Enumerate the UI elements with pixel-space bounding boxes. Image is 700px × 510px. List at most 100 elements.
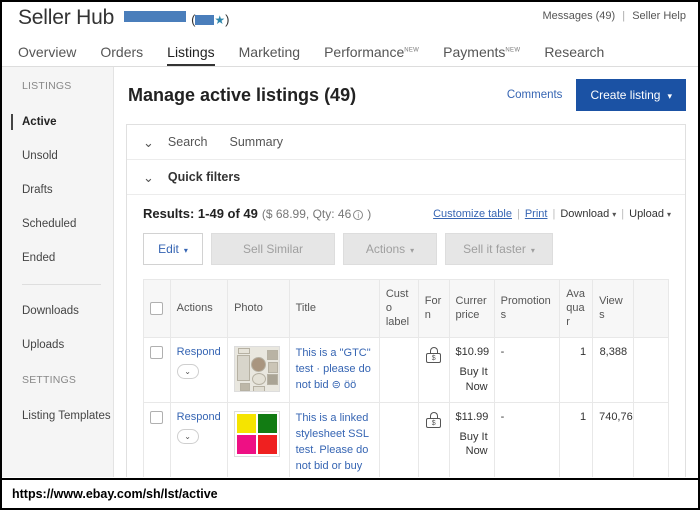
row-spacer-cell [633, 337, 669, 404]
sidebar-item-listing-templates[interactable]: Listing Templates [2, 399, 113, 433]
sidebar-item-uploads-label: Uploads [22, 339, 65, 351]
seller-help-link[interactable]: Seller Help [632, 10, 686, 22]
sidebar-item-scheduled[interactable]: Scheduled [2, 207, 113, 241]
search-summary-row[interactable]: ⌄ Search Summary [127, 125, 685, 160]
row-checkbox[interactable] [150, 346, 164, 360]
sell-similar-button-label: Sell Similar [242, 242, 303, 256]
listing-price: $10.99 [455, 346, 490, 359]
chevron-down-icon: ▾ [183, 246, 188, 255]
row-price-cell: $11.99 Buy It Now [448, 402, 495, 477]
sidebar-item-ended[interactable]: Ended [2, 241, 113, 275]
feedback-score-redaction [195, 14, 215, 25]
collage-part [237, 355, 251, 382]
row-select-cell [143, 337, 171, 404]
sell-it-faster-button[interactable]: Sell it faster ▾ [445, 233, 553, 265]
column-header-title: Title [288, 278, 380, 339]
sidebar-item-active[interactable]: Active [2, 105, 113, 139]
info-icon[interactable]: i [353, 210, 364, 220]
results-value-summary: ($ 68.99, Qty: 46 [261, 207, 352, 221]
nav-tab-marketing[interactable]: Marketing [227, 44, 312, 66]
browser-status-bar: https://www.ebay.com/sh/lst/active [2, 478, 698, 508]
listing-thumbnail[interactable] [234, 411, 281, 458]
chevron-down-icon[interactable]: ⌄ [176, 364, 199, 380]
bulk-actions-bar: Edit ▾ Sell Similar Actions ▾ Sell it fast… [127, 230, 685, 279]
listings-table-wrapper: Actions Photo Title Custo label Forn Cur… [127, 278, 685, 477]
collage-part [253, 386, 266, 392]
color-swatch-magenta [237, 435, 257, 455]
respond-link[interactable]: Respond [177, 346, 221, 359]
nav-tab-overview[interactable]: Overview [18, 44, 88, 66]
sidebar-heading-settings: SETTINGS [22, 374, 77, 386]
respond-link[interactable]: Respond [177, 411, 221, 424]
collage-part [251, 357, 267, 373]
search-toggle-label[interactable]: Search [168, 135, 208, 149]
sidebar-heading-listings: LISTINGS [22, 80, 72, 92]
sidebar-item-downloads[interactable]: Downloads [2, 294, 113, 328]
quick-filters-row[interactable]: ⌄ Quick filters [127, 160, 685, 195]
sell-similar-button[interactable]: Sell Similar [211, 233, 335, 265]
sidebar-item-downloads-label: Downloads [22, 305, 79, 317]
select-all-checkbox[interactable] [150, 301, 164, 315]
listing-price: $11.99 [455, 411, 489, 424]
sidebar-item-scheduled-label: Scheduled [22, 218, 77, 230]
main-header: Manage active listings (49) Comments Cre… [126, 79, 686, 111]
sidebar-divider [22, 284, 101, 285]
status-bar-url: https://www.ebay.com/sh/lst/active [12, 487, 218, 501]
column-header-current-price: Currer price [448, 278, 495, 339]
row-title-cell: This is a "GTC" test · please do not bid… [288, 337, 380, 404]
quick-filters-label: Quick filters [167, 170, 241, 184]
download-link[interactable]: Download [560, 208, 609, 220]
column-header-photo: Photo [227, 278, 290, 339]
sidebar-item-active-label: Active [22, 116, 57, 128]
header-link-separator: | [622, 10, 626, 22]
listing-title-link[interactable]: This is a "GTC" test · please do not bid… [296, 347, 371, 391]
color-swatch-green [258, 414, 278, 434]
listing-format-label: Buy It Now [459, 431, 488, 458]
link-separator: | [621, 207, 625, 220]
sidebar: LISTINGS Active Unsold Drafts Scheduled … [2, 67, 114, 477]
table-row: Respond ⌄ [143, 337, 669, 404]
edit-button[interactable]: Edit ▾ [143, 233, 203, 265]
nav-tab-performance-new-badge: NEW [404, 47, 420, 54]
nav-tab-orders[interactable]: Orders [88, 44, 155, 66]
header-utility-links: Messages (49) | Seller Help [542, 10, 686, 22]
messages-link[interactable]: Messages (49) [542, 10, 615, 22]
row-checkbox[interactable] [150, 411, 164, 425]
summary-toggle-label[interactable]: Summary [230, 135, 283, 149]
customize-table-link[interactable]: Customize table [433, 208, 512, 220]
collage-part [268, 362, 279, 374]
nav-tab-research[interactable]: Research [532, 44, 616, 66]
paren-close: ) [225, 12, 230, 27]
sell-it-faster-button-label: Sell it faster [463, 242, 526, 256]
listings-table-head: Actions Photo Title Custo label Forn Cur… [143, 278, 669, 339]
main-navigation: Overview Orders Listings Marketing Perfo… [2, 38, 698, 67]
print-link[interactable]: Print [525, 208, 548, 220]
main-content: Manage active listings (49) Comments Cre… [114, 67, 698, 477]
create-listing-button[interactable]: Create listing ▾ [576, 79, 686, 111]
sidebar-item-unsold[interactable]: Unsold [2, 139, 113, 173]
page-brand-title: Seller Hub [18, 6, 115, 29]
table-row: Respond ⌄ [143, 402, 669, 477]
nav-tab-payments[interactable]: PaymentsNEW [431, 44, 532, 66]
chevron-down-icon: ⌄ [143, 134, 154, 150]
listings-table-body: Respond ⌄ This is a "GTC" test · please … [143, 337, 669, 477]
listing-thumbnail[interactable] [234, 346, 281, 393]
sidebar-item-uploads[interactable]: Uploads [2, 328, 113, 362]
nav-tab-listings[interactable]: Listings [155, 44, 226, 66]
collage-part [267, 374, 279, 386]
nav-tab-performance[interactable]: PerformanceNEW [312, 44, 431, 66]
comments-link[interactable]: Comments [507, 89, 563, 101]
table-header-row: Actions Photo Title Custo label Forn Cur… [143, 278, 669, 339]
row-select-cell [143, 402, 171, 477]
row-promotions-cell: - [493, 402, 561, 477]
sidebar-item-drafts[interactable]: Drafts [2, 173, 113, 207]
actions-button[interactable]: Actions ▾ [343, 233, 437, 265]
upload-link[interactable]: Upload [629, 208, 664, 220]
chevron-down-icon[interactable]: ⌄ [176, 429, 199, 445]
results-row: Results: 1-49 of 49 ($ 68.99, Qty: 46 i) C… [127, 195, 685, 230]
row-actions-cell: Respond ⌄ [169, 337, 229, 404]
results-count: Results: 1-49 of 49 [143, 206, 258, 221]
listing-title-link[interactable]: This is a linked stylesheet SSL test. Pl… [296, 412, 369, 472]
collage-part [267, 350, 279, 361]
listings-table: Actions Photo Title Custo label Forn Cur… [143, 278, 669, 477]
